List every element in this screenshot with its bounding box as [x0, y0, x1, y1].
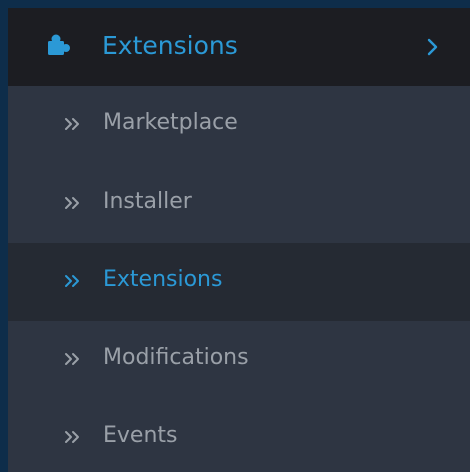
puzzle-icon [45, 32, 77, 60]
submenu-item-label: Events [103, 423, 178, 448]
double-chevron-right-icon [64, 349, 82, 369]
submenu-item-label: Extensions [103, 267, 223, 292]
submenu-item-label: Marketplace [103, 110, 238, 135]
menu-item-label: Extensions [102, 31, 238, 60]
submenu: Marketplace Installer Extensions Modific… [8, 86, 470, 472]
sidebar-menu: Extensions Marketplace Installer Extensi… [8, 8, 470, 472]
submenu-item-extensions[interactable]: Extensions [8, 243, 470, 321]
menu-item-extensions[interactable]: Extensions [8, 8, 470, 86]
chevron-right-icon[interactable] [426, 36, 440, 58]
double-chevron-right-icon [64, 193, 82, 213]
submenu-item-installer[interactable]: Installer [8, 165, 470, 243]
double-chevron-right-icon [64, 427, 82, 447]
submenu-item-events[interactable]: Events [8, 399, 470, 472]
submenu-item-marketplace[interactable]: Marketplace [8, 86, 470, 165]
submenu-item-label: Installer [103, 189, 192, 214]
submenu-item-modifications[interactable]: Modifications [8, 321, 470, 399]
submenu-item-label: Modifications [103, 345, 249, 370]
double-chevron-right-icon [64, 114, 82, 134]
double-chevron-right-icon [64, 271, 82, 291]
